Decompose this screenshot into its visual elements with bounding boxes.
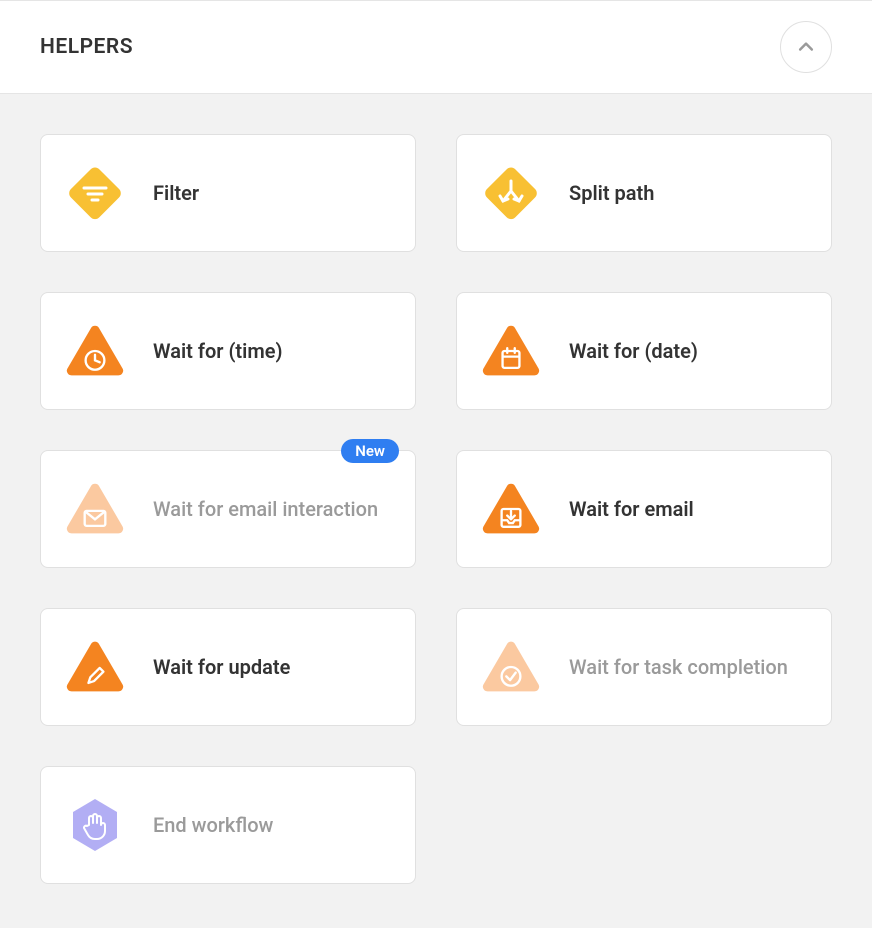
calendar-triangle-icon: [481, 321, 541, 381]
helpers-panel: HELPERS Filter: [0, 0, 872, 924]
card-filter[interactable]: Filter: [40, 134, 416, 252]
card-label: Wait for (date): [569, 338, 698, 365]
check-triangle-icon: [481, 637, 541, 697]
card-label: Wait for update: [153, 654, 290, 681]
card-split-path[interactable]: Split path: [456, 134, 832, 252]
card-label: Wait for (time): [153, 338, 282, 365]
card-wait-for-date[interactable]: Wait for (date): [456, 292, 832, 410]
card-label: Split path: [569, 180, 654, 207]
hand-hexagon-icon: [65, 795, 125, 855]
card-wait-for-update[interactable]: Wait for update: [40, 608, 416, 726]
card-label: End workflow: [153, 812, 273, 839]
card-wait-for-time[interactable]: Wait for (time): [40, 292, 416, 410]
card-label: Wait for task completion: [569, 654, 788, 681]
card-wait-for-email[interactable]: Wait for email: [456, 450, 832, 568]
chevron-up-icon: [796, 37, 816, 57]
card-label: Wait for email: [569, 496, 694, 523]
inbox-triangle-icon: [481, 479, 541, 539]
envelope-triangle-icon: [65, 479, 125, 539]
card-end-workflow[interactable]: End workflow: [40, 766, 416, 884]
collapse-button[interactable]: [780, 21, 832, 73]
split-path-icon: [481, 163, 541, 223]
panel-header: HELPERS: [0, 0, 872, 94]
card-label: Wait for email interaction: [153, 496, 378, 523]
filter-icon: [65, 163, 125, 223]
cards-grid: Filter Split path: [0, 94, 872, 924]
card-label: Filter: [153, 180, 199, 207]
pencil-triangle-icon: [65, 637, 125, 697]
clock-triangle-icon: [65, 321, 125, 381]
new-badge: New: [341, 439, 399, 463]
panel-title: HELPERS: [40, 35, 133, 59]
card-wait-for-email-interaction[interactable]: New Wait for email interaction: [40, 450, 416, 568]
card-wait-for-task-completion[interactable]: Wait for task completion: [456, 608, 832, 726]
